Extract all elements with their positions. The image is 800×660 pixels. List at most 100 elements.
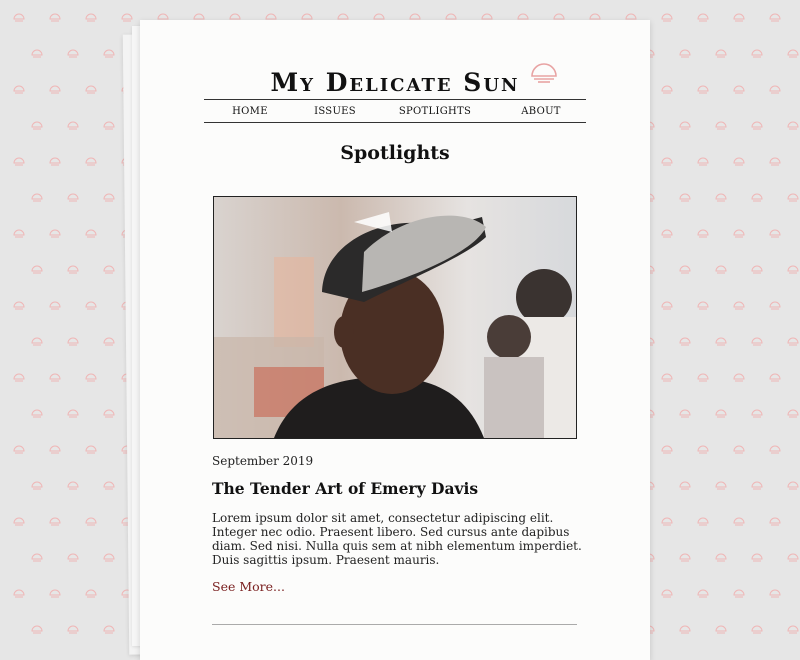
pattern-sun-icon [696, 586, 710, 600]
pattern-sun-icon [768, 154, 782, 168]
pattern-sun-icon [660, 586, 674, 600]
nav-issues[interactable]: ISSUES [296, 106, 374, 117]
pattern-sun-icon [786, 46, 800, 60]
pattern-sun-icon [732, 10, 746, 24]
pattern-sun-icon [696, 370, 710, 384]
article-title[interactable]: The Tender Art of Emery Davis [212, 479, 478, 498]
pattern-sun-icon [66, 550, 80, 564]
pattern-sun-icon [84, 154, 98, 168]
pattern-sun-icon [714, 262, 728, 276]
pattern-sun-icon [786, 406, 800, 420]
pattern-sun-icon [48, 442, 62, 456]
pattern-sun-icon [750, 46, 764, 60]
pattern-sun-icon [786, 118, 800, 132]
pattern-sun-icon [786, 622, 800, 636]
pattern-sun-icon [750, 406, 764, 420]
pattern-sun-icon [12, 370, 26, 384]
pattern-sun-icon [48, 370, 62, 384]
pattern-sun-icon [66, 334, 80, 348]
pattern-sun-icon [732, 298, 746, 312]
pattern-sun-icon [714, 406, 728, 420]
pattern-sun-icon [660, 10, 674, 24]
pattern-sun-icon [30, 262, 44, 276]
pattern-sun-icon [30, 550, 44, 564]
pattern-sun-icon [30, 622, 44, 636]
sun-bell-icon [528, 54, 560, 86]
pattern-sun-icon [48, 82, 62, 96]
site-title[interactable]: My Delicate Sun [270, 68, 519, 97]
pattern-sun-icon [84, 514, 98, 528]
pattern-sun-icon [786, 478, 800, 492]
article-photo[interactable] [213, 196, 577, 439]
pattern-sun-icon [768, 514, 782, 528]
pattern-sun-icon [678, 622, 692, 636]
pattern-sun-icon [48, 514, 62, 528]
pattern-sun-icon [714, 190, 728, 204]
pattern-sun-icon [786, 550, 800, 564]
pattern-sun-icon [714, 622, 728, 636]
pattern-sun-icon [30, 190, 44, 204]
pattern-sun-icon [768, 586, 782, 600]
pattern-sun-icon [750, 622, 764, 636]
pattern-sun-icon [102, 190, 116, 204]
nav-home[interactable]: HOME [204, 106, 296, 117]
pattern-sun-icon [678, 262, 692, 276]
pattern-sun-icon [84, 226, 98, 240]
pattern-sun-icon [732, 586, 746, 600]
pattern-sun-icon [714, 334, 728, 348]
nav-about[interactable]: ABOUT [496, 106, 586, 117]
pattern-sun-icon [696, 82, 710, 96]
pattern-sun-icon [102, 46, 116, 60]
pattern-sun-icon [660, 298, 674, 312]
pattern-sun-icon [102, 334, 116, 348]
pattern-sun-icon [30, 478, 44, 492]
pattern-sun-icon [66, 262, 80, 276]
pattern-sun-icon [732, 154, 746, 168]
pattern-sun-icon [714, 550, 728, 564]
pattern-sun-icon [48, 586, 62, 600]
pattern-sun-icon [660, 226, 674, 240]
pattern-sun-icon [660, 154, 674, 168]
pattern-sun-icon [696, 10, 710, 24]
pattern-sun-icon [786, 334, 800, 348]
pattern-sun-icon [714, 46, 728, 60]
pattern-sun-icon [84, 10, 98, 24]
pattern-sun-icon [102, 550, 116, 564]
pattern-sun-icon [66, 478, 80, 492]
pattern-sun-icon [750, 190, 764, 204]
pattern-sun-icon [750, 550, 764, 564]
pattern-sun-icon [48, 298, 62, 312]
pattern-sun-icon [120, 10, 134, 24]
pattern-sun-icon [768, 442, 782, 456]
pattern-sun-icon [660, 442, 674, 456]
pattern-sun-icon [48, 154, 62, 168]
pattern-sun-icon [678, 550, 692, 564]
pattern-sun-icon [696, 154, 710, 168]
pattern-sun-icon [750, 334, 764, 348]
pattern-sun-icon [786, 190, 800, 204]
pattern-sun-icon [732, 370, 746, 384]
pattern-sun-icon [732, 514, 746, 528]
pattern-sun-icon [102, 478, 116, 492]
pattern-sun-icon [102, 118, 116, 132]
pattern-sun-icon [660, 514, 674, 528]
pattern-sun-icon [66, 622, 80, 636]
pattern-sun-icon [732, 82, 746, 96]
pattern-sun-icon [714, 118, 728, 132]
pattern-sun-icon [30, 46, 44, 60]
pattern-sun-icon [678, 406, 692, 420]
pattern-sun-icon [696, 298, 710, 312]
pattern-sun-icon [768, 298, 782, 312]
see-more-link[interactable]: See More... [212, 579, 285, 594]
pattern-sun-icon [732, 442, 746, 456]
pattern-sun-icon [12, 298, 26, 312]
pattern-sun-icon [30, 406, 44, 420]
pattern-sun-icon [12, 442, 26, 456]
pattern-sun-icon [48, 10, 62, 24]
pattern-sun-icon [696, 514, 710, 528]
pattern-sun-icon [12, 82, 26, 96]
pattern-sun-icon [768, 370, 782, 384]
pattern-sun-icon [102, 406, 116, 420]
nav-spotlights[interactable]: SPOTLIGHTS [374, 106, 496, 117]
pattern-sun-icon [678, 118, 692, 132]
